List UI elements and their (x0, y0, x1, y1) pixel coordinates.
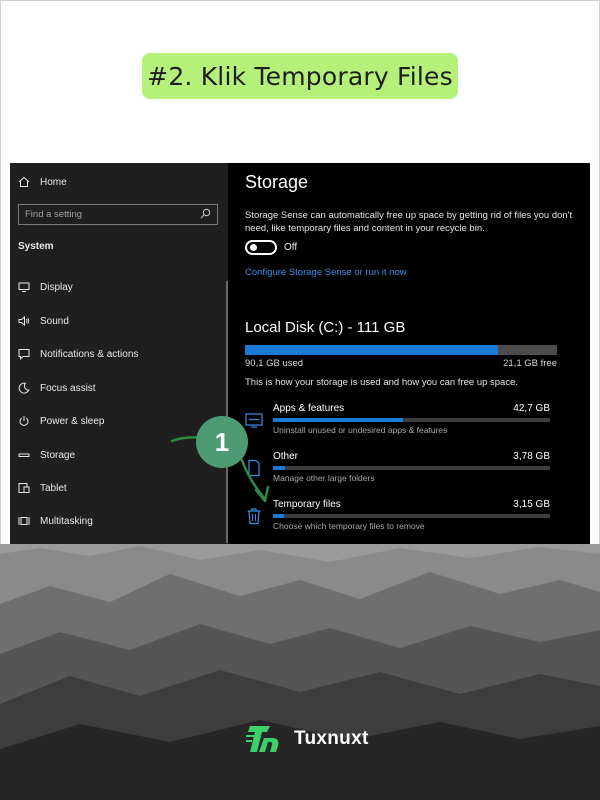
category-bar-fill (273, 418, 404, 422)
tablet-icon (18, 482, 30, 494)
sidebar-item-label: Tablet (40, 482, 67, 494)
sidebar-section-label: System (18, 241, 54, 252)
disk-usage-fill (245, 345, 498, 355)
search-icon[interactable] (200, 206, 211, 224)
step-badge: 1 (196, 416, 248, 468)
category-bar (273, 418, 550, 422)
category-size: 3,78 GB (513, 451, 550, 462)
sidebar-item-tablet[interactable]: Tablet (18, 478, 67, 498)
page-title: #2. Klik Temporary Files (142, 53, 458, 99)
sidebar-item-multitasking[interactable]: Multitasking (18, 511, 93, 531)
document-icon (245, 459, 263, 477)
storage-panel: Storage Storage Sense can automatically … (228, 163, 590, 544)
sidebar-item-label: Notifications & actions (40, 348, 139, 360)
settings-window: Home Find a setting System Display Sound (10, 163, 590, 544)
sidebar-home-label: Home (40, 176, 67, 188)
disk-used-label: 90,1 GB used (245, 358, 304, 369)
sidebar-item-label: Display (40, 281, 73, 293)
moon-icon (18, 382, 30, 394)
monitor-icon (18, 281, 30, 293)
category-bar-fill (273, 466, 286, 470)
sidebar-item-home[interactable]: Home (18, 172, 67, 192)
storage-heading: Storage (245, 172, 309, 192)
sidebar-item-label: Focus assist (40, 382, 96, 394)
speaker-icon (18, 315, 30, 327)
sidebar-item-label: Power & sleep (40, 415, 105, 427)
category-description: Choose which temporary files to remove (273, 521, 425, 531)
category-apps-features[interactable]: Apps & features 42,7 GB Uninstall unused… (245, 403, 557, 443)
configure-storage-sense-link[interactable]: Configure Storage Sense or run it now (245, 267, 407, 278)
apps-icon (245, 411, 263, 429)
trash-icon (245, 507, 263, 525)
brand-logo: Tuxnuxt (246, 722, 369, 756)
usage-description: This is how your storage is used and how… (245, 377, 519, 388)
tuxnuxt-logo-icon (246, 726, 279, 752)
disk-usage-bar (245, 345, 557, 355)
multitask-icon (18, 515, 30, 527)
category-temporary-files[interactable]: Temporary files 3,15 GB Choose which tem… (245, 499, 557, 539)
sidebar-item-label: Sound (40, 315, 69, 327)
sidebar-item-display[interactable]: Display (18, 277, 73, 297)
message-icon (18, 348, 30, 360)
sidebar-item-sound[interactable]: Sound (18, 311, 69, 331)
toggle-knob (250, 244, 257, 251)
category-name: Apps & features (273, 403, 345, 414)
sidebar-item-focus-assist[interactable]: Focus assist (18, 378, 96, 398)
category-bar (273, 466, 550, 470)
category-name: Temporary files (273, 499, 341, 510)
brand-name: Tuxnuxt (294, 728, 369, 749)
sidebar-item-label: Storage (40, 449, 76, 461)
search-placeholder: Find a setting (25, 209, 83, 220)
category-size: 42,7 GB (513, 403, 550, 414)
category-name: Other (273, 451, 299, 462)
mountain-image (0, 544, 600, 800)
disk-free-label: 21,1 GB free (503, 358, 557, 369)
category-bar-fill (273, 514, 284, 518)
mountain-background (0, 544, 600, 800)
sidebar-item-notifications[interactable]: Notifications & actions (18, 344, 138, 364)
disk-title: Local Disk (C:) - 111 GB (245, 319, 406, 336)
home-icon (18, 176, 30, 188)
drive-icon (18, 449, 30, 461)
power-icon (18, 415, 30, 427)
storage-sense-toggle[interactable] (245, 240, 277, 255)
toggle-state-label: Off (284, 242, 298, 253)
category-size: 3,15 GB (513, 499, 550, 510)
sidebar-item-power-sleep[interactable]: Power & sleep (18, 411, 104, 431)
category-description: Uninstall unused or undesired apps & fea… (273, 425, 448, 435)
storage-sense-description: Storage Sense can automatically free up … (245, 210, 573, 234)
settings-sidebar: Home Find a setting System Display Sound (10, 163, 228, 544)
category-description: Manage other large folders (273, 473, 375, 483)
search-input[interactable]: Find a setting (18, 204, 218, 225)
category-bar (273, 514, 550, 518)
category-other[interactable]: Other 3,78 GB Manage other large folders (245, 451, 557, 491)
sidebar-item-storage[interactable]: Storage (18, 445, 75, 465)
sidebar-item-label: Multitasking (40, 515, 93, 527)
